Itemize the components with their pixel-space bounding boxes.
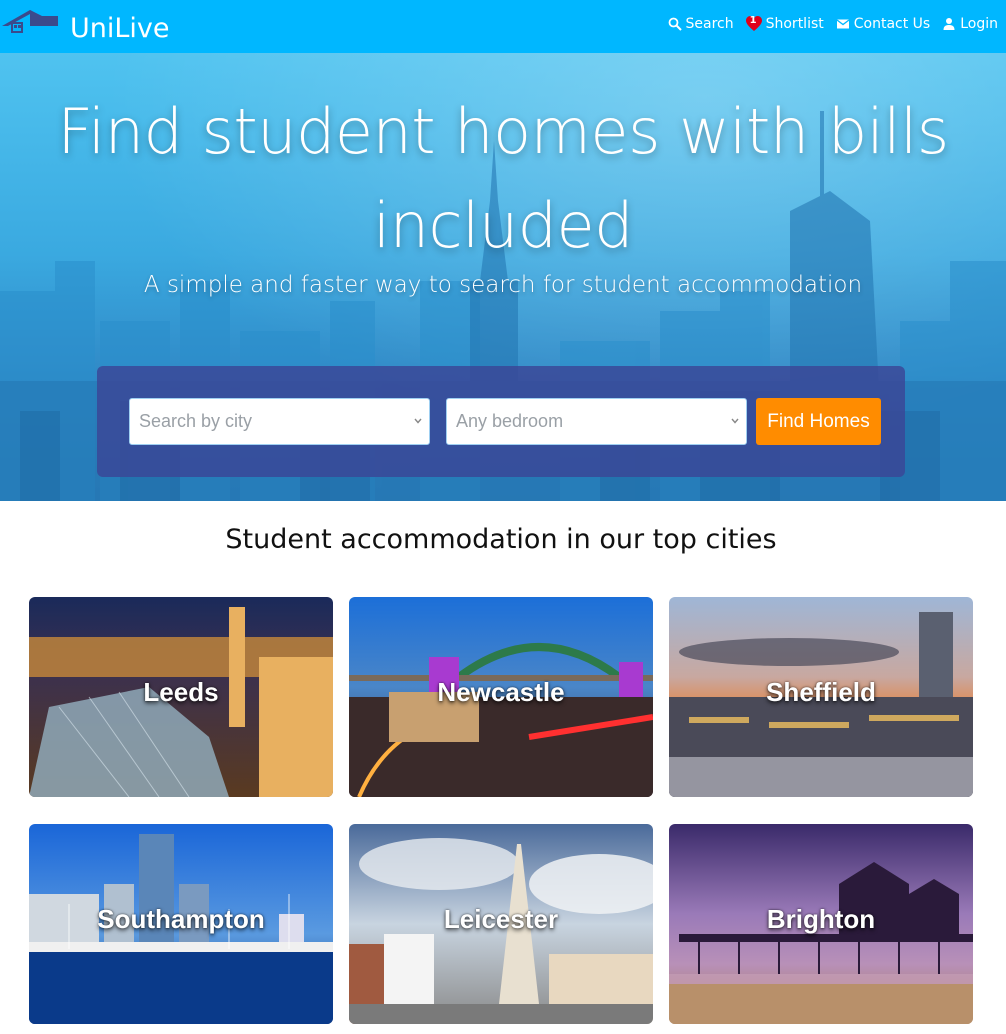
top-navbar: UniLive Search 1 Shortlist Contact Us Lo… bbox=[0, 0, 1006, 53]
nav-login[interactable]: Login bbox=[942, 16, 998, 32]
nav-contact[interactable]: Contact Us bbox=[836, 16, 930, 32]
section-title: Student accommodation in our top cities bbox=[225, 524, 777, 555]
brand-name[interactable]: UniLive bbox=[70, 13, 170, 44]
nav-login-label: Login bbox=[960, 16, 998, 32]
nav-contact-label: Contact Us bbox=[853, 16, 931, 32]
city-card-leicester[interactable]: Leicester bbox=[349, 824, 653, 1024]
city-select-placeholder: Search by city bbox=[139, 411, 253, 431]
house-logo-icon[interactable] bbox=[0, 6, 62, 36]
main-nav: Search 1 Shortlist Contact Us Login bbox=[668, 15, 998, 32]
city-name: Leeds bbox=[143, 677, 219, 707]
city-card-sheffield[interactable]: Sheffield bbox=[669, 597, 973, 797]
person-icon bbox=[943, 18, 955, 30]
city-name: Southampton bbox=[97, 904, 265, 934]
chevron-down-icon bbox=[731, 418, 739, 424]
chevron-down-icon bbox=[414, 418, 422, 424]
find-homes-button[interactable]: Find Homes bbox=[756, 398, 881, 445]
city-name: Brighton bbox=[766, 904, 876, 934]
search-icon bbox=[668, 17, 682, 31]
nav-search[interactable]: Search bbox=[668, 16, 734, 32]
hero-title-line2: included bbox=[373, 189, 633, 262]
city-select[interactable]: Search by city bbox=[129, 398, 430, 445]
heart-icon: 1 bbox=[745, 15, 762, 32]
city-card-newcastle[interactable]: Newcastle bbox=[349, 597, 653, 797]
nav-shortlist[interactable]: 1 Shortlist bbox=[745, 15, 824, 32]
nav-shortlist-label: Shortlist bbox=[765, 16, 824, 32]
shortlist-count-badge: 1 bbox=[749, 15, 757, 26]
city-name: Newcastle bbox=[437, 677, 565, 707]
city-name: Leicester bbox=[443, 904, 559, 934]
city-card-leeds[interactable]: Leeds bbox=[29, 597, 333, 797]
search-panel: Search by city Any bedroom Find Homes bbox=[97, 366, 905, 477]
nav-search-label: Search bbox=[685, 16, 734, 32]
hero-subtitle: A simple and faster way to search for st… bbox=[143, 272, 863, 298]
hero-title-line1: Find student homes with bills bbox=[57, 95, 949, 168]
city-card-brighton[interactable]: Brighton bbox=[669, 824, 973, 1024]
city-name: Sheffield bbox=[766, 677, 876, 707]
bedroom-select[interactable]: Any bedroom bbox=[446, 398, 747, 445]
mail-icon bbox=[836, 19, 850, 29]
bedroom-select-placeholder: Any bedroom bbox=[456, 411, 564, 431]
hero-title: Find student homes with bills included bbox=[0, 85, 1006, 273]
city-card-southampton[interactable]: Southampton bbox=[29, 824, 333, 1024]
hero-banner: Find student homes with bills included A… bbox=[0, 53, 1006, 501]
